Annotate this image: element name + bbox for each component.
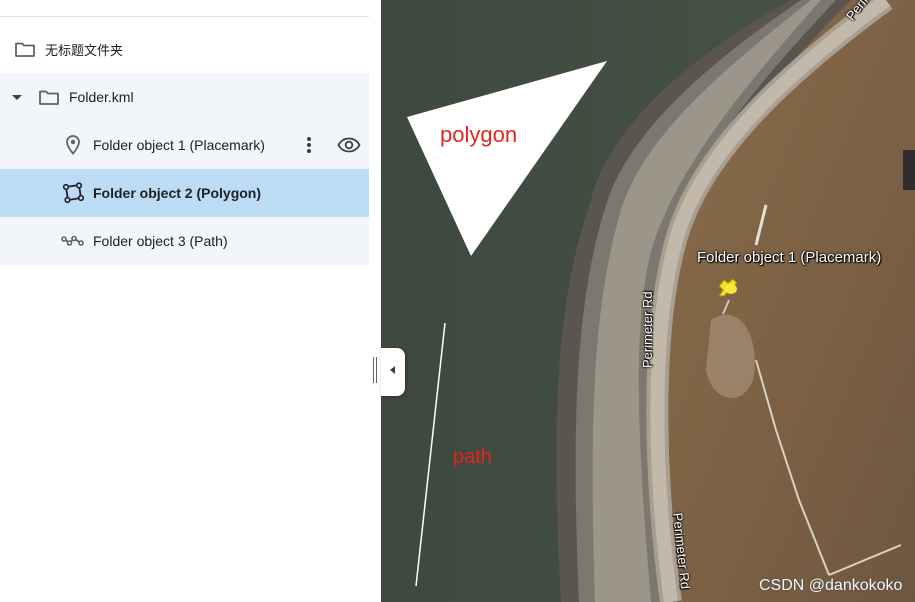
kml-folder-row[interactable]: Folder.kml: [0, 73, 369, 121]
more-vert-icon[interactable]: [297, 133, 321, 157]
folder-icon: [13, 37, 37, 61]
placemark-icon: [61, 133, 85, 157]
list-item-path[interactable]: Folder object 3 (Path): [0, 217, 369, 265]
placemark-label: Folder object 1 (Placemark): [697, 249, 882, 266]
polygon-icon: [61, 181, 85, 205]
root-folder-row[interactable]: 无标题文件夹: [0, 25, 369, 73]
item-label: Folder object 3 (Path): [93, 233, 228, 249]
satellite-map[interactable]: polygon path Folder object 1 (Placemark)…: [381, 0, 915, 602]
caret-left-icon: [388, 363, 398, 381]
collapse-panel-button[interactable]: [381, 348, 405, 396]
item-label: Folder object 1 (Placemark): [93, 137, 265, 153]
kml-folder-label: Folder.kml: [69, 89, 134, 105]
path-annotation: path: [453, 446, 492, 468]
visibility-eye-icon[interactable]: [337, 133, 361, 157]
polygon-annotation: polygon: [440, 122, 518, 147]
road-label: Perimeter Rd: [640, 291, 655, 368]
caret-down-icon[interactable]: [5, 85, 29, 109]
folder-icon: [37, 85, 61, 109]
panel-divider: [0, 16, 369, 17]
watermark: CSDN @dankokoko: [759, 577, 903, 594]
layers-panel: 无标题文件夹 Folder.kml Folder object 1 (Place…: [0, 0, 381, 602]
list-item-placemark[interactable]: Folder object 1 (Placemark): [0, 121, 369, 169]
item-label: Folder object 2 (Polygon): [93, 185, 262, 201]
root-folder-label: 无标题文件夹: [45, 42, 124, 58]
panel-resize-handle[interactable]: [372, 357, 378, 383]
path-icon: [61, 229, 85, 253]
list-item-polygon[interactable]: Folder object 2 (Polygon): [0, 169, 369, 217]
